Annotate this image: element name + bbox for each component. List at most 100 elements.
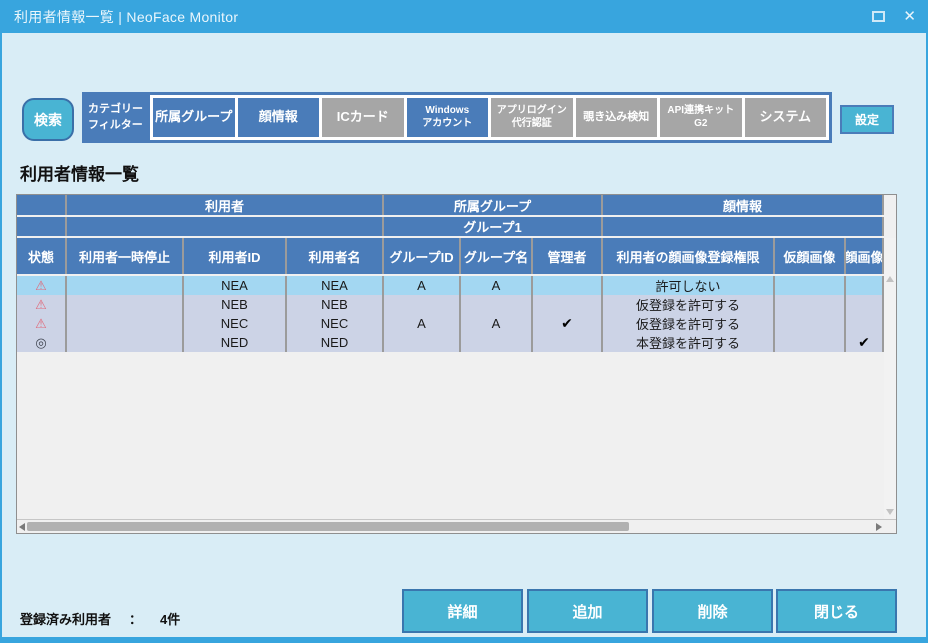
filter-button[interactable]: ICカード [322, 98, 404, 137]
filter-button[interactable]: 覗き込み検知 [576, 98, 658, 137]
user-id-cell: NEA [184, 276, 287, 295]
add-button[interactable]: 追加 [527, 589, 648, 633]
close-icon[interactable]: ✕ [899, 7, 920, 26]
detail-button[interactable]: 詳細 [402, 589, 523, 633]
status-cell: ⚠ [17, 295, 67, 314]
permission-cell: 本登録を許可する [603, 333, 775, 352]
filter-button[interactable]: Windowsアカウント [407, 98, 489, 137]
group-name-cell: A [461, 276, 533, 295]
filter-button[interactable]: システム [745, 98, 827, 137]
filter-button[interactable]: API連携キットG2 [660, 98, 742, 137]
admin-cell [533, 295, 603, 314]
filter-button[interactable]: 所属グループ [153, 98, 235, 137]
group-id-cell: A [384, 276, 461, 295]
delete-button[interactable]: 削除 [652, 589, 773, 633]
column-header[interactable]: 利用者名 [287, 238, 384, 274]
horizontal-scrollbar-thumb[interactable] [27, 522, 629, 531]
table-row[interactable]: ⚠ NEBNEB 仮登録を許可する [17, 295, 896, 314]
window-title: 利用者情報一覧 | NeoFace Monitor [14, 7, 238, 27]
warning-icon: ⚠ [35, 297, 47, 313]
registered-user-count: 登録済み利用者 ： 4件 [20, 609, 180, 628]
group-name-cell [461, 333, 533, 352]
face-cell [846, 314, 884, 333]
count-value: 4件 [160, 609, 180, 628]
permission-cell: 仮登録を許可する [603, 314, 775, 333]
permission-cell: 仮登録を許可する [603, 295, 775, 314]
filter-button[interactable]: アプリログイン代行認証 [491, 98, 573, 137]
user-name-cell: NED [287, 333, 384, 352]
face-cell: ✔ [846, 333, 884, 352]
suspend-cell [67, 333, 184, 352]
count-separator: ： [129, 609, 142, 628]
admin-cell [533, 276, 603, 295]
user-table: 利用者 所属グループ 顔情報 グループ1 状態利用者一時停止利用者ID利用者名グ… [16, 194, 897, 534]
close-button[interactable]: 閉じる [776, 589, 897, 633]
table-body: ⚠NEANEAAA許可しない⚠NEBNEB仮登録を許可する⚠NECNECAA✔仮… [17, 276, 896, 352]
temp-face-cell [775, 314, 846, 333]
group-name-cell: A [461, 314, 533, 333]
group-id-cell: A [384, 314, 461, 333]
group-header-group1: グループ1 [384, 217, 603, 236]
group-id-cell [384, 333, 461, 352]
admin-cell [533, 333, 603, 352]
status-cell: ◎ [17, 333, 67, 352]
temp-face-cell [775, 295, 846, 314]
category-filter-label: カテゴリー フィルター [82, 92, 150, 143]
status-cell: ⚠ [17, 276, 67, 295]
column-header[interactable]: 利用者ID [184, 238, 287, 274]
category-filter-buttons: 所属グループ顔情報ICカードWindowsアカウントアプリログイン代行認証覗き込… [150, 95, 829, 140]
column-header[interactable]: 利用者の顔画像登録権限 [603, 238, 775, 274]
column-header[interactable]: 利用者一時停止 [67, 238, 184, 274]
maximize-icon[interactable] [872, 11, 885, 22]
scroll-left-icon[interactable] [19, 523, 25, 531]
settings-button[interactable]: 設定 [840, 105, 894, 134]
warning-icon: ⚠ [35, 316, 47, 332]
filter-button[interactable]: 顔情報 [238, 98, 320, 137]
suspend-cell [67, 314, 184, 333]
table-row[interactable]: ⚠NECNECAA✔仮登録を許可する [17, 314, 896, 333]
user-id-cell: NEB [184, 295, 287, 314]
permission-cell: 許可しない [603, 276, 775, 295]
scroll-down-icon[interactable] [886, 509, 894, 515]
count-label: 登録済み利用者 [20, 609, 111, 628]
column-header[interactable]: グループID [384, 238, 461, 274]
user-id-cell: NED [184, 333, 287, 352]
status-cell: ⚠ [17, 314, 67, 333]
column-header[interactable]: 仮顔画像 [775, 238, 846, 274]
group-header-cell [17, 217, 67, 236]
temp-face-cell [775, 333, 846, 352]
horizontal-scrollbar[interactable] [17, 519, 896, 533]
user-name-cell: NEC [287, 314, 384, 333]
group-header-group: 所属グループ [384, 195, 603, 215]
scroll-right-icon[interactable] [876, 523, 882, 531]
suspend-cell [67, 276, 184, 295]
app-window: 利用者情報一覧 | NeoFace Monitor ✕ 検索 カテゴリー フィル… [0, 0, 928, 643]
face-check-icon: ✔ [858, 334, 870, 351]
table-row[interactable]: ⚠NEANEAAA許可しない [17, 276, 896, 295]
table-column-header-row: 状態利用者一時停止利用者ID利用者名グループIDグループ名管理者利用者の顔画像登… [17, 238, 896, 274]
page-title: 利用者情報一覧 [20, 160, 139, 185]
group-header-user: 利用者 [67, 195, 384, 215]
group-header-cell [67, 217, 384, 236]
user-name-cell: NEB [287, 295, 384, 314]
user-id-cell: NEC [184, 314, 287, 333]
face-cell [846, 295, 884, 314]
registered-icon: ◎ [35, 335, 46, 351]
admin-cell: ✔ [533, 314, 603, 333]
table-group-header-row2: グループ1 [17, 217, 896, 236]
search-button[interactable]: 検索 [22, 98, 74, 141]
table-row[interactable]: ◎ NEDNED 本登録を許可する ✔ [17, 333, 896, 352]
temp-face-cell [775, 276, 846, 295]
group-header-cell [17, 195, 67, 215]
scroll-up-icon[interactable] [886, 276, 894, 282]
column-header[interactable]: グループ名 [461, 238, 533, 274]
face-cell [846, 276, 884, 295]
vertical-scrollbar[interactable] [884, 238, 896, 519]
column-header[interactable]: 顔画像 [846, 238, 884, 274]
column-header[interactable]: 管理者 [533, 238, 603, 274]
column-header[interactable]: 状態 [17, 238, 67, 274]
title-bar: 利用者情報一覧 | NeoFace Monitor ✕ [0, 0, 928, 33]
group-header-cell [603, 217, 884, 236]
group-header-face: 顔情報 [603, 195, 884, 215]
warning-icon: ⚠ [35, 278, 47, 294]
